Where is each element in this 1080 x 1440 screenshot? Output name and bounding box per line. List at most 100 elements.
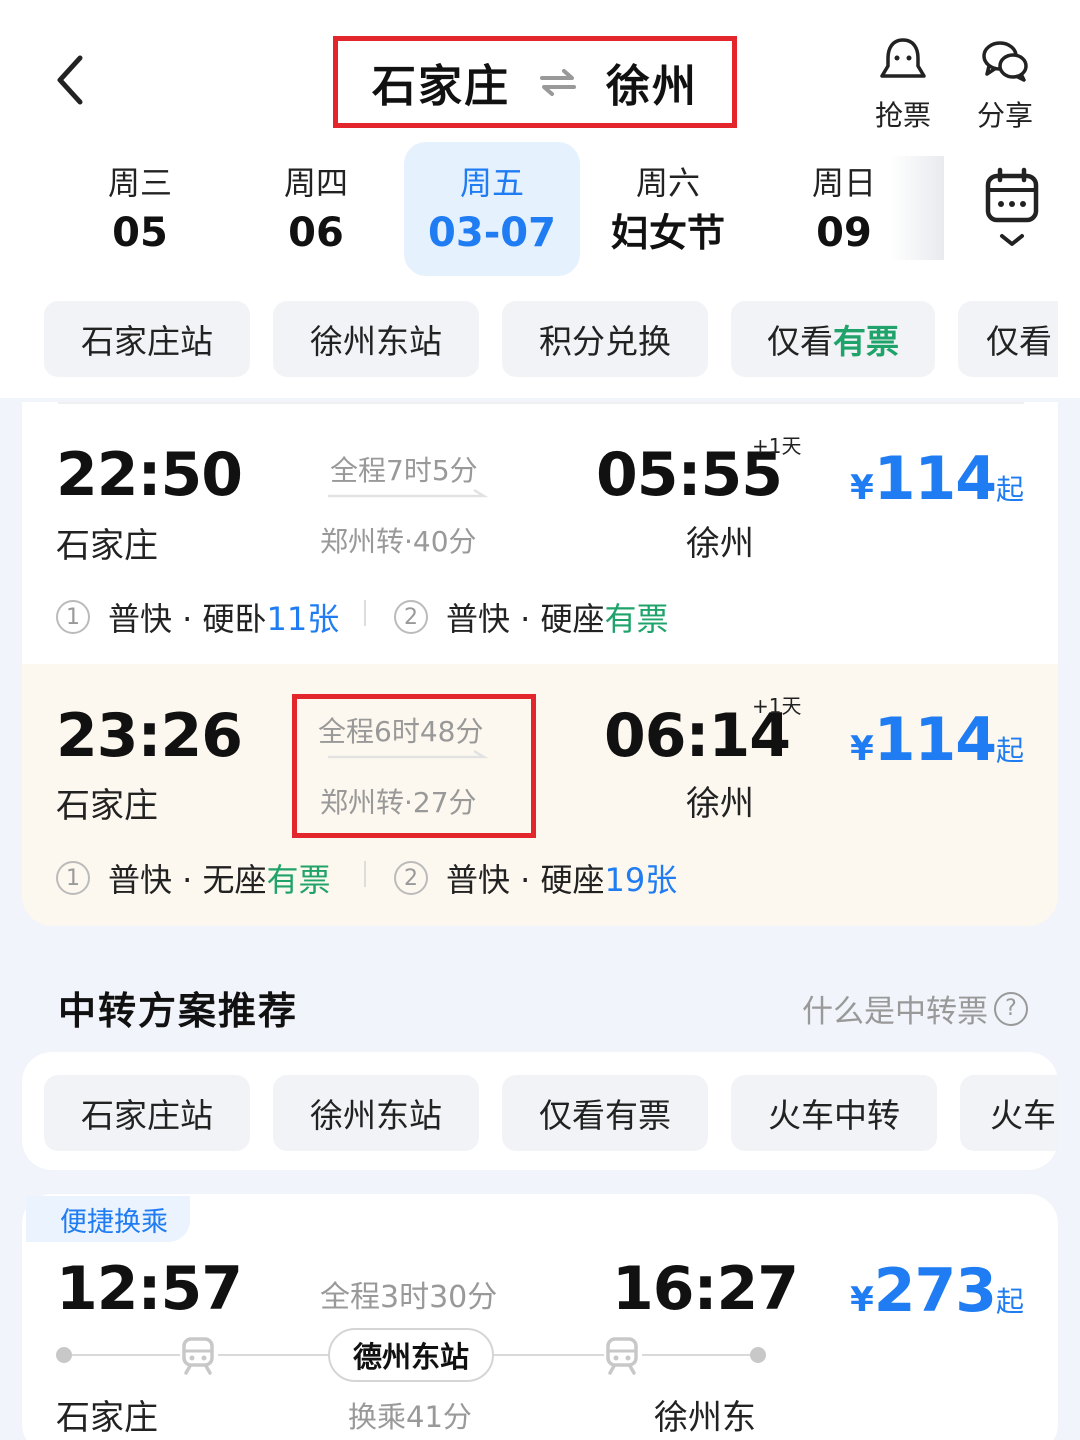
transfer-chip-train[interactable]: 火车中转 — [731, 1075, 937, 1151]
filter-chip-xuzhoudong[interactable]: 徐州东站 — [273, 301, 479, 377]
calendar-button[interactable] — [982, 166, 1042, 256]
date-tab[interactable]: 周六 妇女节 — [580, 142, 756, 276]
route-line — [494, 1354, 604, 1356]
transfer-chip-shijiazhuang[interactable]: 石家庄站 — [44, 1075, 250, 1151]
date-day: 03-07 — [428, 210, 556, 256]
highlight-box — [292, 694, 536, 838]
transfer-chip-more[interactable]: 火车 — [960, 1075, 1058, 1151]
price-suffix: 起 — [995, 734, 1024, 767]
price-value: 114 — [873, 444, 997, 514]
currency-symbol: ¥ — [850, 1280, 874, 1320]
arrive-station: 徐州 — [686, 524, 754, 564]
filter-chip-shijiazhuang[interactable]: 石家庄站 — [44, 301, 250, 377]
convenient-transfer-tag: 便捷换乘 — [26, 1196, 190, 1242]
route-line — [72, 1354, 180, 1356]
arrive-time: 16:27 — [612, 1254, 799, 1324]
next-day-badge: +1天 — [752, 694, 802, 718]
route-arrow-icon — [328, 489, 488, 498]
origin-dot — [56, 1347, 72, 1363]
segment-text: 普快 · 硬座 — [446, 600, 605, 638]
transfer-hub-station: 德州东站 — [328, 1328, 494, 1382]
route-line — [218, 1354, 330, 1356]
chip-label: 仅看有票 — [539, 1096, 671, 1135]
price-suffix: 起 — [995, 1285, 1024, 1318]
currency-symbol: ¥ — [850, 468, 874, 508]
segment-text: 普快 · 硬卧 — [108, 600, 267, 638]
question-icon: ? — [994, 991, 1028, 1026]
filter-chip-available-only[interactable]: 仅看 有票 — [731, 301, 935, 377]
segment-availability: 11张 — [266, 600, 340, 638]
price-value: 273 — [873, 1256, 997, 1326]
next-day-badge: +1天 — [752, 434, 802, 458]
route-title[interactable]: 石家庄 徐州 — [333, 36, 737, 128]
filter-chip-more[interactable]: 仅看 — [958, 301, 1058, 377]
chip-label: 积分兑换 — [539, 322, 671, 361]
date-tab[interactable]: 周三 05 — [52, 142, 228, 276]
depart-time: 22:50 — [56, 440, 243, 510]
duration: 全程3时30分 — [320, 1280, 498, 1315]
ghost-bell-icon — [880, 38, 926, 78]
chip-label: 仅看 — [767, 322, 833, 361]
date-weekday: 周四 — [283, 164, 348, 202]
chip-label: 石家庄站 — [81, 1096, 213, 1135]
segment-number: 2 — [394, 861, 428, 895]
chevron-left-icon — [57, 55, 83, 105]
segment-separator — [364, 861, 366, 887]
chip-label: 火车中转 — [768, 1096, 900, 1135]
swap-icon[interactable] — [538, 67, 578, 97]
destination-dot — [750, 1347, 766, 1363]
transfer-wait: 换乘41分 — [348, 1400, 472, 1434]
share-button[interactable]: 分享 — [960, 36, 1050, 134]
price-value: 114 — [873, 705, 997, 775]
transfer-chip-xuzhoudong[interactable]: 徐州东站 — [273, 1075, 479, 1151]
segment-text: 普快 · 无座 — [108, 861, 267, 899]
segment-number: 1 — [56, 600, 90, 634]
transfer-info: 郑州转·40分 — [320, 525, 477, 558]
arrive-station: 徐州 — [686, 784, 754, 824]
train-icon — [606, 1337, 638, 1375]
date-festival: 妇女节 — [610, 211, 725, 255]
price: ¥114起 — [850, 705, 1024, 775]
segment-number: 2 — [394, 600, 428, 634]
grab-ticket-label: 抢票 — [874, 99, 931, 132]
transfer-chip-available[interactable]: 仅看有票 — [502, 1075, 708, 1151]
depart-time: 23:26 — [56, 701, 243, 771]
segment-info: 1 普快 · 无座 有票 — [56, 855, 331, 901]
chip-label-highlight: 有票 — [833, 322, 899, 361]
wechat-icon — [982, 41, 1028, 82]
segment-info: 2 普快 · 硬座 有票 — [394, 594, 669, 640]
depart-station: 石家庄 — [56, 526, 158, 566]
segment-availability: 有票 — [266, 861, 331, 899]
price: ¥114起 — [850, 444, 1024, 514]
price-suffix: 起 — [995, 473, 1024, 506]
chip-label: 徐州东站 — [310, 1096, 442, 1135]
from-city: 石家庄 — [372, 61, 510, 112]
segment-availability: 19张 — [604, 861, 678, 899]
depart-station: 石家庄 — [56, 1398, 158, 1438]
date-tab-selected[interactable]: 周五 03-07 — [404, 142, 580, 276]
back-button[interactable] — [46, 52, 96, 108]
section-title: 中转方案推荐 — [58, 989, 299, 1033]
share-label: 分享 — [976, 99, 1033, 132]
segment-availability: 有票 — [604, 600, 669, 638]
route-line — [642, 1354, 752, 1356]
currency-symbol: ¥ — [850, 729, 874, 769]
divider — [58, 402, 1024, 404]
chip-label: 石家庄站 — [81, 322, 213, 361]
depart-station: 石家庄 — [56, 786, 158, 826]
arrive-station: 徐州东 — [654, 1398, 756, 1438]
chip-label: 仅看 — [986, 322, 1052, 361]
date-day: 05 — [112, 210, 168, 256]
transfer-help-link[interactable]: 什么是中转票? — [802, 986, 1028, 1031]
grab-ticket-button[interactable]: 抢票 — [858, 36, 948, 134]
date-weekday: 周六 — [635, 164, 700, 202]
price: ¥273起 — [850, 1256, 1024, 1326]
segment-info: 2 普快 · 硬座 19张 — [394, 855, 677, 901]
date-tab[interactable]: 周四 06 — [228, 142, 404, 276]
calendar-icon — [985, 167, 1039, 246]
date-weekday: 周三 — [107, 164, 172, 202]
filter-chip-points[interactable]: 积分兑换 — [502, 301, 708, 377]
duration: 全程7时5分 — [330, 454, 478, 487]
chip-label: 火车 — [990, 1096, 1056, 1135]
depart-time: 12:57 — [56, 1254, 243, 1324]
